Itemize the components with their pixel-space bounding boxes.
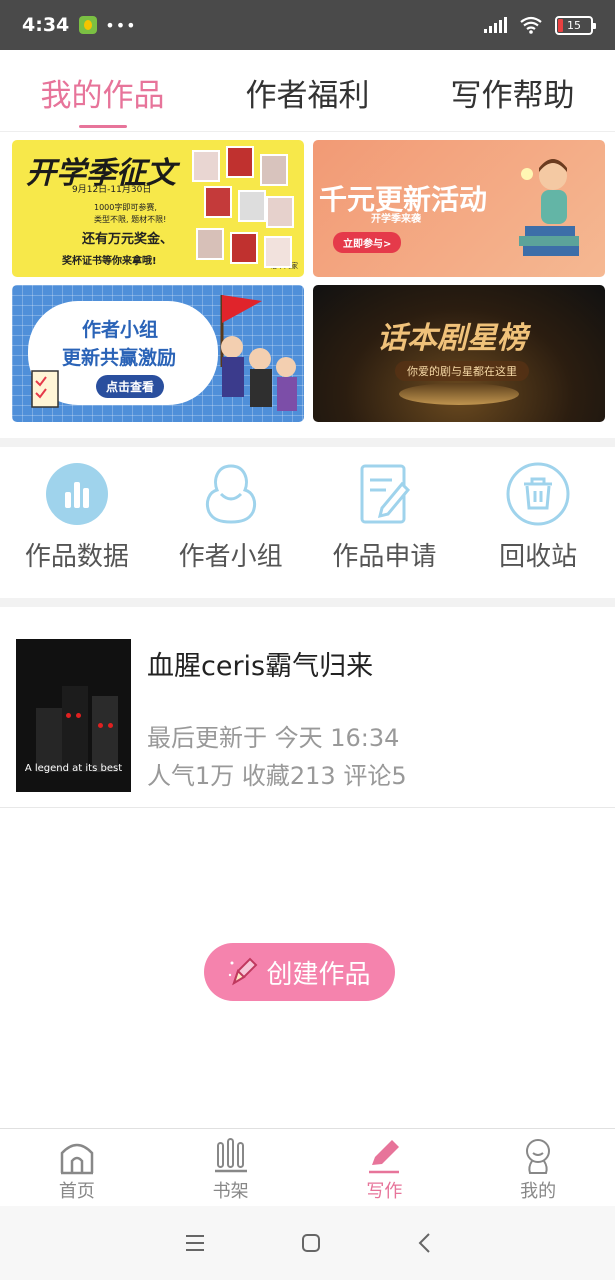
work-stats: 人气1万 收藏213 评论5: [147, 762, 407, 790]
banner-back-to-school-contest[interactable]: 开学季征文 9月12日-11月30日 1000字即可参赛, 类型不限, 题材不限…: [12, 140, 304, 277]
banner-drama-star-ranking[interactable]: 话本剧星榜 你爱的剧与星都在这里: [313, 285, 605, 422]
banner-author-group[interactable]: 作者小组 更新共赢激励 点击查看: [12, 285, 304, 422]
nav-label: 首页: [58, 1181, 95, 1202]
tab-my-works[interactable]: 我的作品: [0, 50, 205, 131]
quick-item-label: 作者小组: [178, 542, 283, 572]
trash-icon: [506, 462, 570, 526]
menu-icon[interactable]: [185, 1234, 205, 1252]
status-bar: 4:34 ••• 15: [0, 0, 615, 50]
quick-item-recycle-bin[interactable]: 回收站: [461, 450, 615, 598]
edit-document-icon: [360, 464, 411, 524]
stage-illustration: [399, 383, 519, 405]
bar-chart-icon: [45, 463, 108, 525]
banner-subtitle: 你爱的剧与星都在这里: [395, 361, 529, 381]
clock: 4:34: [22, 14, 70, 36]
banner-dates: 9月12日-11月30日: [72, 185, 152, 195]
create-work-button[interactable]: 创建作品: [204, 943, 395, 1001]
kids-with-flag-illustration: [220, 295, 297, 411]
signal-icon: [484, 17, 507, 33]
home-square-icon[interactable]: [301, 1233, 321, 1253]
quick-item-label: 回收站: [499, 542, 578, 572]
work-title[interactable]: 血腥ceris霸气归来: [147, 644, 373, 683]
cover-caption: A legend at its best: [24, 763, 123, 774]
battery-icon: 15: [555, 15, 596, 35]
quick-item-author-group[interactable]: 作者小组: [154, 450, 308, 598]
group-icon: [205, 464, 256, 524]
work-last-update: 最后更新于 今天 16:34: [147, 724, 400, 752]
back-icon[interactable]: [417, 1232, 431, 1254]
profile-icon: [526, 1139, 551, 1174]
pencil-icon: [229, 957, 258, 986]
quick-item-label: 作品数据: [24, 542, 129, 572]
reading-person-illustration: [519, 159, 579, 256]
work-cover-image: A legend at its best: [16, 639, 131, 792]
nav-profile[interactable]: 我的: [461, 1129, 615, 1206]
join-now-button[interactable]: 立即参与>: [333, 232, 402, 253]
bottom-navigation: 首页 书架 写作 我的: [0, 1128, 615, 1206]
more-notifications: •••: [105, 15, 137, 35]
banner-title: 话本剧星榜: [377, 321, 527, 356]
tab-author-benefits[interactable]: 作者福利: [205, 50, 410, 131]
nav-label: 书架: [212, 1181, 249, 1202]
nav-home[interactable]: 首页: [0, 1129, 154, 1206]
nav-bookshelf[interactable]: 书架: [154, 1129, 308, 1206]
create-work-label: 创建作品: [266, 959, 371, 990]
banner-line: 类型不限, 题材不限!: [94, 215, 167, 224]
nav-write[interactable]: 写作: [308, 1129, 462, 1206]
banner-title: 作者小组: [82, 319, 159, 341]
top-tabs: 我的作品 作者福利 写作帮助: [0, 50, 615, 132]
quick-item-work-application[interactable]: 作品申请: [308, 450, 462, 598]
banner-subtitle: 开学季来袭: [371, 214, 421, 225]
tab-writing-help[interactable]: 写作帮助: [410, 50, 615, 131]
quick-actions: 作品数据 作者小组 作品申请 回收站: [0, 450, 615, 598]
wifi-icon: [520, 16, 542, 34]
app-notification-icon: [79, 16, 98, 34]
photo-collage: [190, 146, 294, 270]
view-button[interactable]: 点击查看: [96, 375, 165, 398]
banner-subtitle: 更新共赢激励: [62, 347, 177, 369]
bookshelf-icon: [214, 1138, 247, 1173]
checklist-icon: [31, 370, 59, 408]
banner-thousand-yuan-update[interactable]: 千元更新活动 开学季来袭 立即参与>: [313, 140, 605, 277]
work-list-item[interactable]: A legend at its best 血腥ceris霸气归来 最后更新于 今…: [0, 608, 615, 808]
nav-label: 我的: [520, 1181, 557, 1202]
battery-level: 15: [567, 18, 581, 32]
quick-item-label: 作品申请: [332, 542, 437, 572]
pen-icon: [369, 1140, 400, 1174]
banner-prize: 还有万元奖金、: [82, 232, 174, 247]
section-divider: [0, 598, 615, 607]
nav-label: 写作: [366, 1181, 403, 1202]
section-divider: [0, 438, 615, 447]
banner-text: 1000字即可参赛, 类型不限, 题材不限!: [94, 202, 166, 226]
banner-line: 1000字即可参赛,: [94, 203, 157, 212]
promo-banners: 开学季征文 9月12日-11月30日 1000字即可参赛, 类型不限, 题材不限…: [12, 140, 605, 422]
banner-prize-more: 奖杯证书等你来拿哦!: [62, 256, 157, 267]
home-icon: [60, 1143, 94, 1175]
system-navigation-bar: [0, 1206, 615, 1280]
quick-item-work-data[interactable]: 作品数据: [0, 450, 154, 598]
